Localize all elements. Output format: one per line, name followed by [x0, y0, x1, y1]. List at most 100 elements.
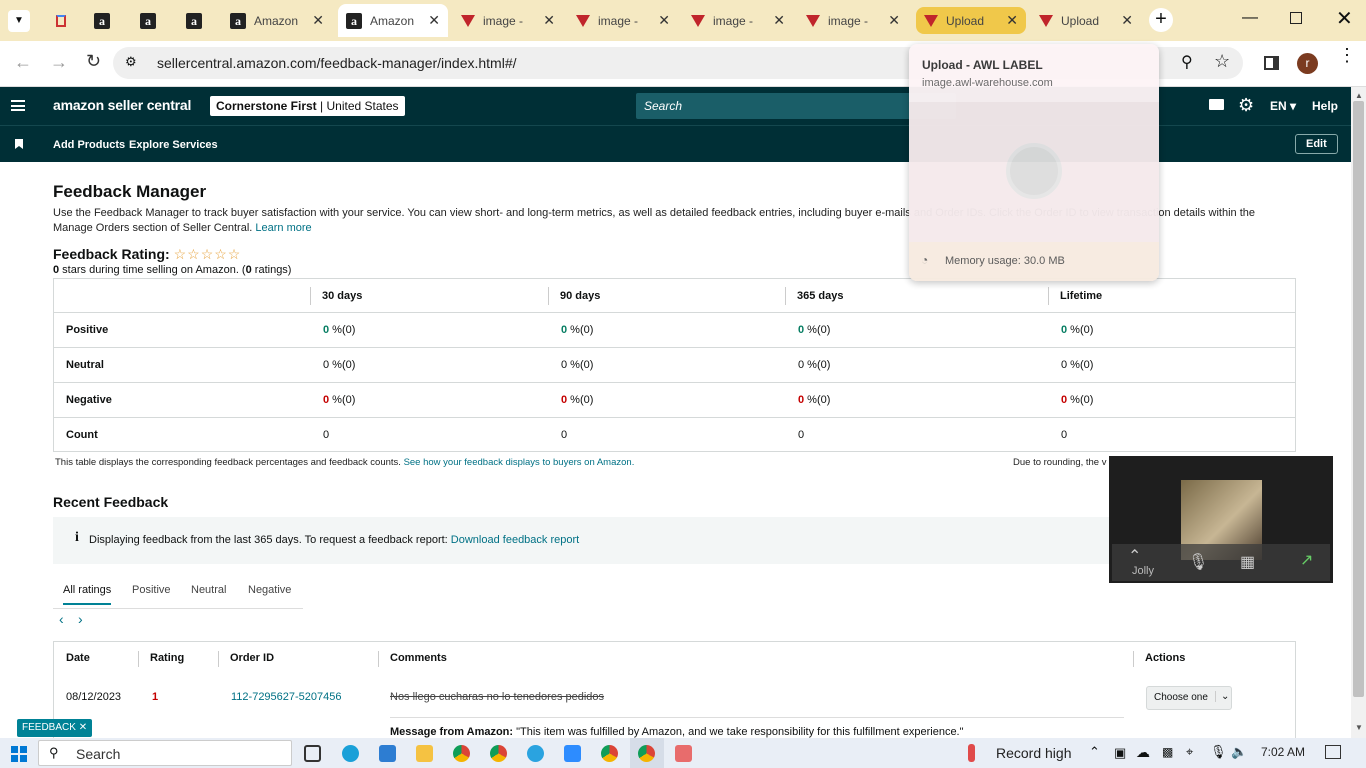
browser-tab[interactable] [48, 4, 74, 37]
task-view-icon[interactable] [304, 745, 321, 762]
tab-close-icon[interactable]: ✕ [1006, 12, 1018, 29]
chrome-active-icon[interactable] [638, 745, 655, 762]
browser-tab[interactable]: Upload ✕ [916, 7, 1026, 34]
edge-icon[interactable] [342, 745, 359, 762]
chrome-icon-2[interactable] [601, 745, 618, 762]
tab-close-icon[interactable]: ✕ [658, 12, 670, 29]
weather-text[interactable]: Record high [996, 745, 1072, 761]
bookmark-icon[interactable] [15, 139, 23, 149]
tab-close-icon[interactable]: ✕ [428, 12, 440, 29]
prev-page-icon[interactable]: ‹ [59, 611, 64, 627]
telegram-icon[interactable] [527, 745, 544, 762]
page-scrollbar[interactable]: ▲ ▼ [1351, 87, 1366, 738]
zoom-app-icon[interactable] [564, 745, 581, 762]
tab-search-button[interactable]: ▼ [8, 10, 30, 32]
tab-neutral[interactable]: Neutral [191, 584, 226, 596]
tray-volume-icon[interactable]: 🔈 [1231, 744, 1247, 760]
buyer-display-link[interactable]: See how your feedback displays to buyers… [404, 457, 635, 468]
close-icon[interactable]: ✕ [79, 722, 87, 733]
mail-icon[interactable] [1209, 99, 1224, 110]
tab-close-icon[interactable]: ✕ [312, 12, 324, 29]
feedback-widget-tab[interactable]: FEEDBACK ✕ [17, 719, 93, 737]
browser-tab[interactable]: a Amazon ✕ [338, 4, 448, 37]
tray-chevron-icon[interactable]: ⌃ [1089, 744, 1100, 760]
browser-tab[interactable]: a Amazon ✕ [222, 4, 332, 37]
tray-mic-icon[interactable]: 🎙 [1210, 744, 1227, 760]
browser-tab[interactable]: a [132, 4, 168, 37]
browser-tab[interactable]: image - ✕ [453, 4, 563, 37]
new-tab-button[interactable]: + [1149, 8, 1173, 32]
tray-device-icon[interactable]: ▩ [1162, 745, 1173, 759]
nav-link-add-products[interactable]: Add Products [53, 139, 125, 151]
store-icon[interactable] [379, 745, 396, 762]
metrics-table: 30 days 90 days 365 days Lifetime Positive 0 … [53, 278, 1296, 452]
nav-link-explore-services[interactable]: Explore Services [129, 139, 218, 151]
bookmark-star-icon[interactable]: ☆ [1214, 51, 1230, 72]
store-switcher[interactable]: Cornerstone First | United States [210, 96, 405, 116]
close-window-button[interactable]: ✕ [1336, 6, 1353, 31]
tab-title: image - [713, 13, 754, 28]
clock-time[interactable]: 7:02 AM [1261, 745, 1305, 759]
chrome-profile-icon[interactable] [490, 745, 507, 762]
browser-tab[interactable]: Upload ✕ [1031, 4, 1141, 37]
reload-icon[interactable]: ↻ [86, 51, 101, 72]
maximize-button[interactable] [1290, 12, 1302, 24]
browser-tab[interactable]: a [86, 4, 122, 37]
forward-icon[interactable]: → [50, 52, 68, 73]
metrics-column-header: 30 days [322, 290, 363, 302]
tab-negative[interactable]: Negative [248, 584, 291, 596]
seller-central-logo[interactable]: amazon seller central [53, 97, 191, 113]
scroll-down-icon[interactable]: ▼ [1355, 723, 1363, 732]
mute-mic-icon[interactable]: 🎙 [1188, 552, 1208, 572]
snipping-tool-icon[interactable] [675, 745, 692, 762]
chrome-icon[interactable] [453, 745, 470, 762]
tray-display-icon[interactable]: ▣ [1114, 745, 1126, 761]
camera-off-icon[interactable]: ▦ [1240, 552, 1255, 572]
back-icon[interactable]: ← [14, 52, 32, 73]
pop-out-icon[interactable]: ↗ [1300, 550, 1313, 570]
tab-all-ratings[interactable]: All ratings [63, 584, 112, 605]
video-call-window[interactable]: ⌃ Jolly 🎙 ▦ ↗ [1109, 456, 1333, 583]
page-title: Feedback Manager [53, 182, 207, 201]
settings-gear-icon[interactable]: ⚙ [1238, 95, 1254, 116]
scroll-up-icon[interactable]: ▲ [1355, 91, 1363, 100]
tray-cloud-icon[interactable]: ☁ [1136, 744, 1150, 761]
site-settings-icon[interactable]: ⚙ [125, 54, 137, 70]
notification-center-icon[interactable] [1325, 745, 1341, 759]
metrics-value: 0 [561, 429, 568, 441]
language-selector[interactable]: EN ▾ [1270, 99, 1296, 113]
file-explorer-icon[interactable] [416, 745, 433, 762]
browser-tab[interactable]: image - ✕ [798, 4, 908, 37]
help-link[interactable]: Help [1312, 99, 1338, 113]
zoom-icon[interactable]: ⚲ [1181, 52, 1193, 72]
browser-menu-icon[interactable]: ⋮ [1338, 46, 1356, 64]
download-report-link[interactable]: Download feedback report [451, 534, 579, 546]
scroll-thumb[interactable] [1353, 101, 1364, 697]
metrics-header-row: 30 days 90 days 365 days Lifetime [54, 279, 1295, 313]
windows-start-icon[interactable] [11, 746, 27, 762]
tab-close-icon[interactable]: ✕ [1121, 12, 1133, 29]
tab-close-icon[interactable]: ✕ [888, 12, 900, 29]
browser-tab[interactable]: a [178, 4, 214, 37]
edit-bookmarks-button[interactable]: Edit [1295, 134, 1338, 154]
browser-tab[interactable]: image - ✕ [683, 4, 793, 37]
hamburger-menu-icon[interactable] [11, 100, 25, 111]
action-dropdown[interactable]: Choose one ⌄ [1146, 686, 1232, 710]
metrics-percent: %(0) [329, 324, 356, 336]
minimize-button[interactable]: — [1242, 9, 1258, 27]
side-panel-icon[interactable] [1264, 56, 1279, 70]
taskbar-search-box[interactable]: ⚲ Search [38, 740, 292, 766]
tray-wifi-icon[interactable]: ⌖ [1186, 744, 1193, 760]
tab-positive[interactable]: Positive [132, 584, 171, 596]
metrics-footnote: This table displays the corresponding fe… [55, 457, 634, 468]
tab-close-icon[interactable]: ✕ [543, 12, 555, 29]
next-page-icon[interactable]: › [78, 611, 83, 627]
order-id-link[interactable]: 112-7295627-5207456 [231, 691, 342, 703]
rating-stars: ☆☆☆☆☆ [173, 246, 242, 262]
tab-close-icon[interactable]: ✕ [773, 12, 785, 29]
learn-more-link[interactable]: Learn more [255, 222, 311, 234]
profile-avatar[interactable]: r [1297, 53, 1318, 74]
seller-search-input[interactable]: Search [636, 93, 956, 119]
expand-up-icon[interactable]: ⌃ [1128, 546, 1141, 566]
browser-tab[interactable]: image - ✕ [568, 4, 678, 37]
